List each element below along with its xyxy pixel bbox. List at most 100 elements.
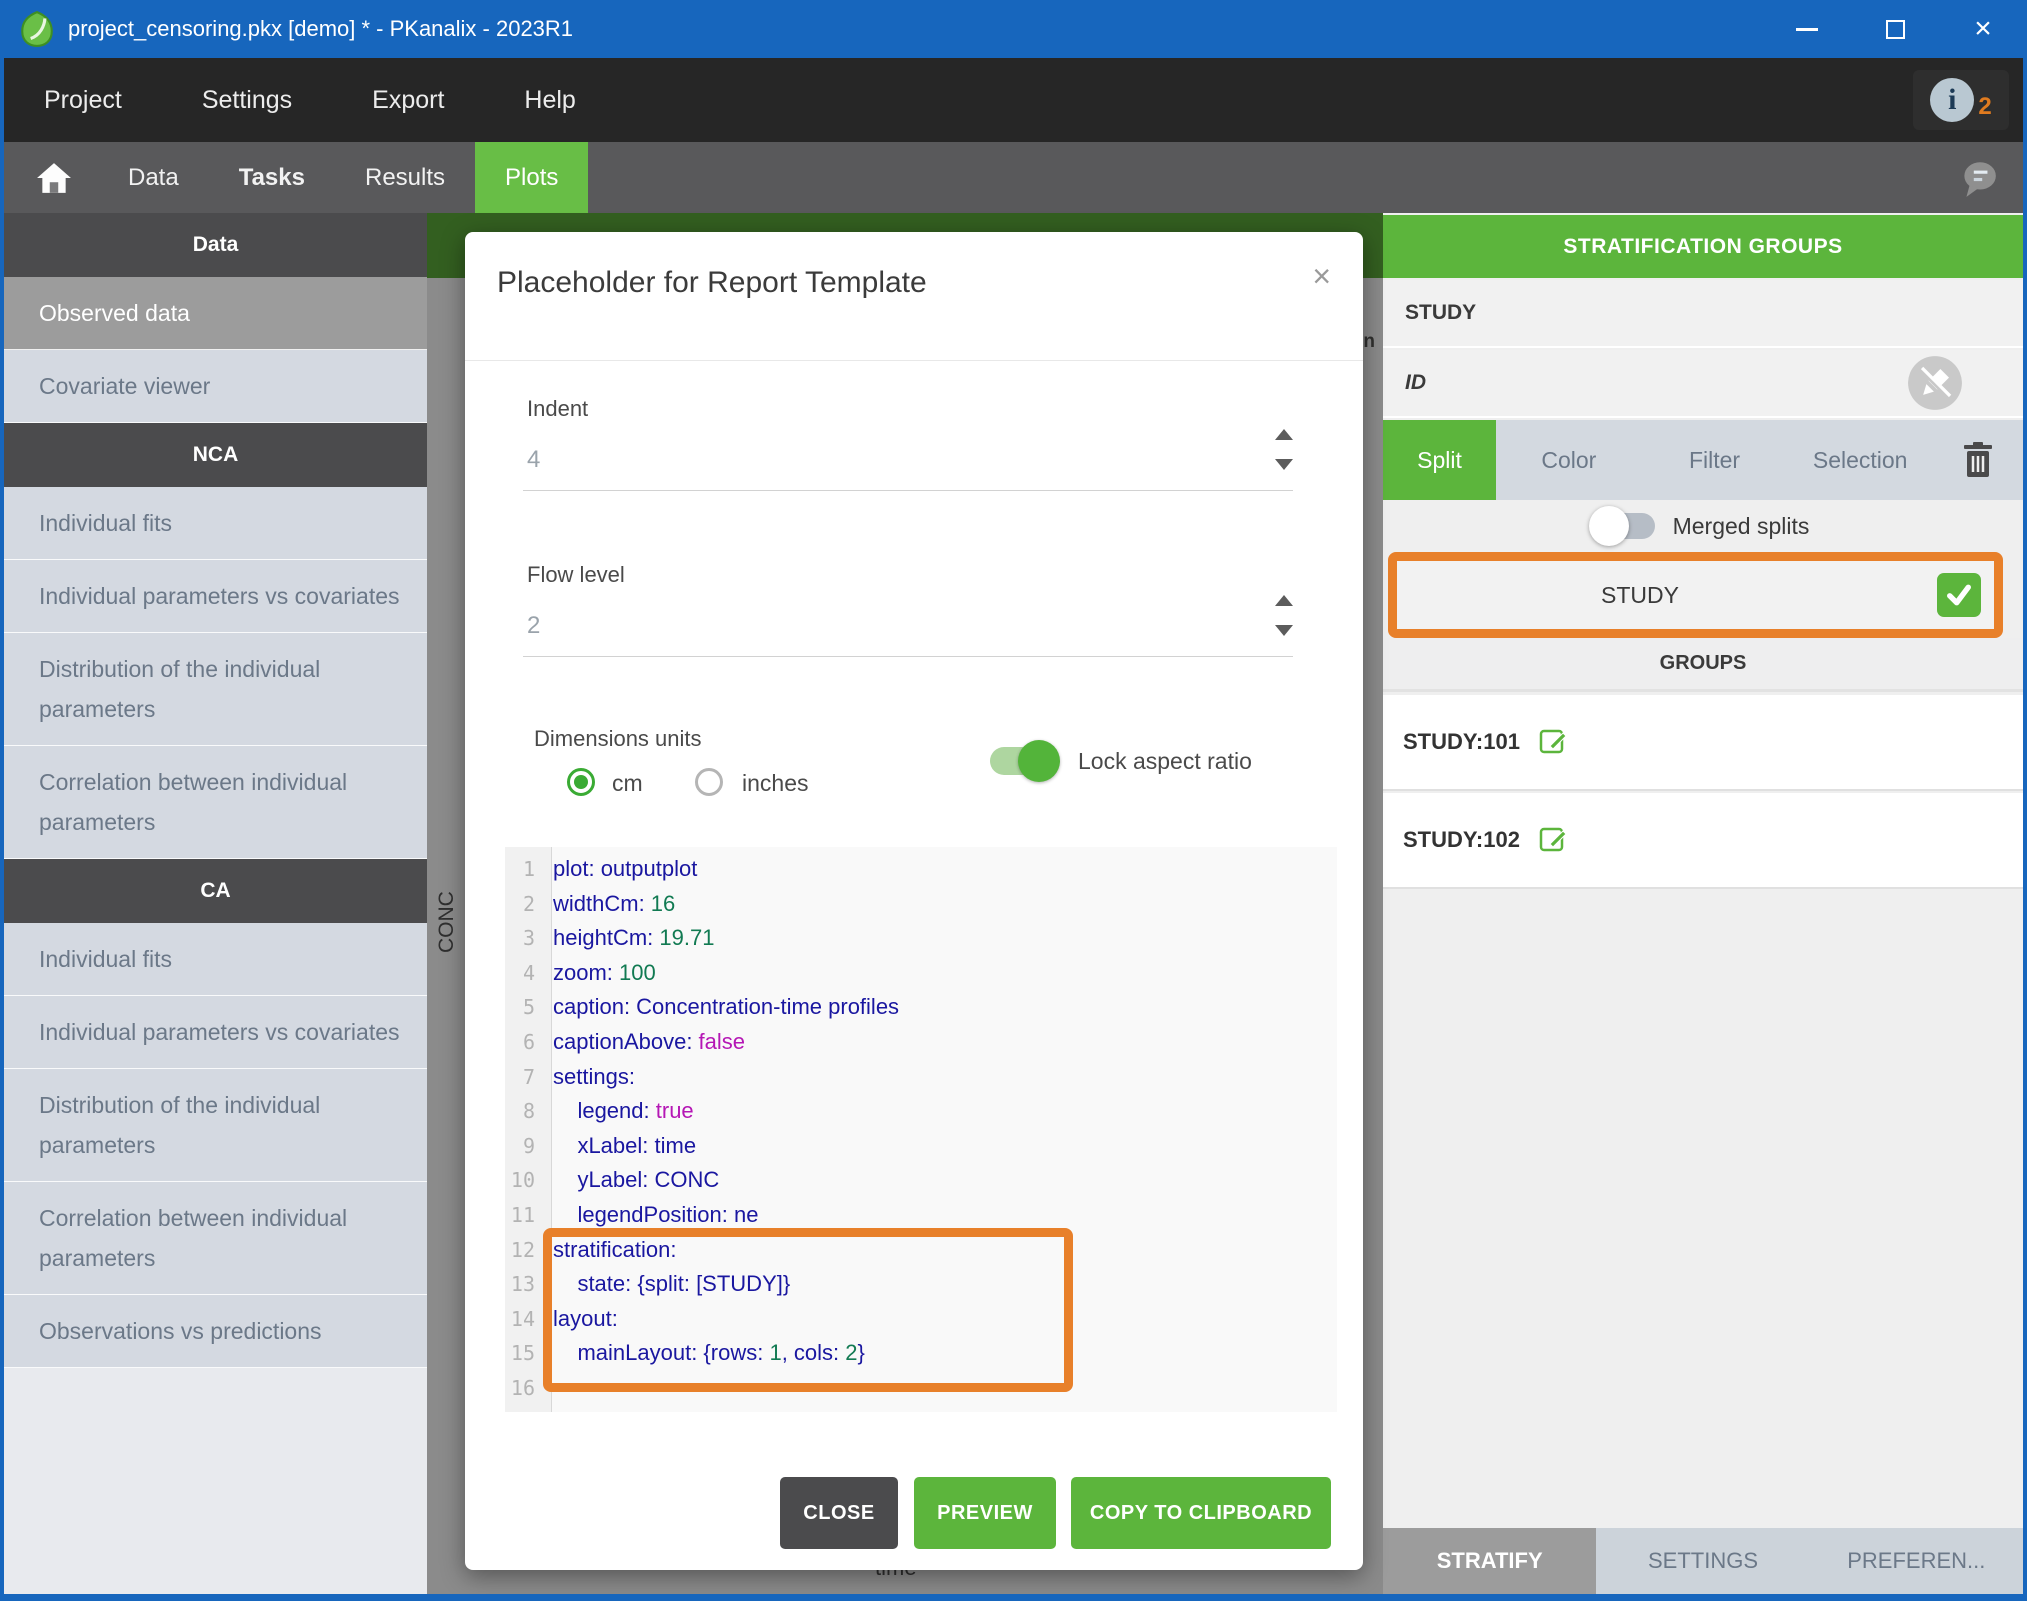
panel-tab-settings[interactable]: SETTINGS [1596, 1528, 1809, 1594]
code-line[interactable]: 7settings: [505, 1060, 1337, 1095]
edit-group-icon[interactable] [1538, 822, 1570, 859]
code-line[interactable]: 9 xLabel: time [505, 1129, 1337, 1164]
flow-level-decrement-arrow[interactable] [1275, 625, 1293, 636]
indent-decrement-arrow[interactable] [1275, 459, 1293, 470]
flow-level-input[interactable]: 2 [527, 612, 540, 640]
code-line[interactable]: 6captionAbove: false [505, 1025, 1337, 1060]
covariate-row-id[interactable]: ID [1383, 350, 2023, 418]
stratify-mode-tabs: SplitColorFilterSelection [1383, 420, 2023, 500]
strat-tab-filter[interactable]: Filter [1642, 420, 1788, 500]
no-split-icon[interactable] [1907, 355, 1963, 411]
code-line[interactable]: 5caption: Concentration-time profiles [505, 990, 1337, 1025]
preview-button[interactable]: PREVIEW [914, 1477, 1056, 1549]
home-icon[interactable] [36, 162, 72, 194]
code-text: state: {split: [STUDY]} [545, 1267, 790, 1302]
menu-settings[interactable]: Settings [162, 86, 332, 115]
line-number: 13 [505, 1267, 545, 1302]
lock-aspect-ratio-label: Lock aspect ratio [1078, 748, 1252, 775]
trash-icon[interactable] [1933, 420, 2023, 500]
line-number: 15 [505, 1336, 545, 1371]
close-button[interactable]: CLOSE [780, 1477, 898, 1549]
menu-help[interactable]: Help [484, 86, 615, 115]
line-number: 8 [505, 1094, 545, 1129]
covariate-row-study[interactable]: STUDY [1383, 280, 2023, 348]
code-line[interactable]: 16 [505, 1371, 1337, 1406]
window-border-left [0, 58, 4, 1601]
sidebar-item-individual-fits[interactable]: Individual fits [4, 923, 427, 996]
sidebar-item-distribution-of-the-individual-parameters[interactable]: Distribution of the individual parameter… [4, 1069, 427, 1182]
strat-tab-selection[interactable]: Selection [1787, 420, 1933, 500]
close-window-button[interactable]: × [1939, 0, 2027, 58]
sidebar-item-individual-fits[interactable]: Individual fits [4, 487, 427, 560]
window-border-bottom [0, 1594, 2027, 1601]
tab-data[interactable]: Data [98, 142, 209, 213]
edit-group-icon[interactable] [1538, 724, 1570, 761]
dimensions-units-label: Dimensions units [534, 726, 702, 752]
dialog-close-icon[interactable]: × [1312, 258, 1331, 295]
split-study-label: STUDY [1601, 582, 1679, 609]
code-text: captionAbove: false [545, 1025, 745, 1060]
sidebar-item-observations-vs-predictions[interactable]: Observations vs predictions [4, 1295, 427, 1368]
code-text [545, 1371, 553, 1406]
strat-tab-color[interactable]: Color [1496, 420, 1642, 500]
code-line[interactable]: 2widthCm: 16 [505, 887, 1337, 922]
groups-header: GROUPS [1383, 638, 2023, 692]
unit-inches-radio[interactable] [695, 768, 723, 796]
merged-splits-row: Merged splits [1383, 500, 2023, 552]
menu-project[interactable]: Project [4, 86, 162, 115]
sidebar-item-distribution-of-the-individual-parameters[interactable]: Distribution of the individual parameter… [4, 633, 427, 746]
window-border-right [2023, 58, 2027, 1601]
code-line[interactable]: 1plot: outputplot [505, 852, 1337, 887]
code-text: layout: [545, 1302, 618, 1337]
split-study-checkbox[interactable] [1937, 573, 1981, 617]
indent-input[interactable]: 4 [527, 446, 540, 474]
code-text: legendPosition: ne [545, 1198, 758, 1233]
pkanalix-logo-icon [18, 10, 56, 48]
code-line[interactable]: 15 mainLayout: {rows: 1, cols: 2} [505, 1336, 1337, 1371]
tab-tasks[interactable]: Tasks [209, 142, 335, 213]
maximize-button[interactable] [1851, 0, 1939, 58]
line-number: 3 [505, 921, 545, 956]
sidebar-item-observed-data[interactable]: Observed data [4, 277, 427, 350]
code-line[interactable]: 10 yLabel: CONC [505, 1163, 1337, 1198]
copy-to-clipboard-button[interactable]: COPY TO CLIPBOARD [1071, 1477, 1331, 1549]
line-number: 10 [505, 1163, 545, 1198]
covariate-label: ID [1405, 371, 1426, 395]
line-number: 2 [505, 887, 545, 922]
strat-tab-split[interactable]: Split [1383, 420, 1496, 500]
split-study-row[interactable]: STUDY [1397, 561, 2003, 629]
code-line[interactable]: 12stratification: [505, 1233, 1337, 1268]
code-line[interactable]: 13 state: {split: [STUDY]} [505, 1267, 1337, 1302]
plot-y-axis-label: CONC [435, 891, 459, 953]
code-line[interactable]: 11 legendPosition: ne [505, 1198, 1337, 1233]
template-code-editor[interactable]: 1plot: outputplot2widthCm: 163heightCm: … [505, 847, 1337, 1412]
panel-tab-stratify[interactable]: STRATIFY [1383, 1528, 1596, 1594]
code-line[interactable]: 3heightCm: 19.71 [505, 921, 1337, 956]
sidebar-item-correlation-between-individual-parameters[interactable]: Correlation between individual parameter… [4, 1182, 427, 1295]
feedback-bubble-icon[interactable] [1957, 156, 1999, 202]
pkanalix-window: project_censoring.pkx [demo] * - PKanali… [0, 0, 2027, 1601]
lock-aspect-ratio-toggle[interactable] [990, 747, 1052, 775]
info-icon[interactable]: i [1930, 78, 1974, 122]
plots-sidebar: DataObserved dataCovariate viewerNCAIndi… [4, 213, 427, 1594]
merged-splits-toggle[interactable] [1597, 513, 1655, 539]
notifications-area[interactable]: i 2 [1913, 70, 2009, 130]
minimize-button[interactable] [1763, 0, 1851, 58]
sidebar-item-individual-parameters-vs-covariates[interactable]: Individual parameters vs covariates [4, 996, 427, 1069]
code-line[interactable]: 14layout: [505, 1302, 1337, 1337]
menu-export[interactable]: Export [332, 86, 484, 115]
code-line[interactable]: 8 legend: true [505, 1094, 1337, 1129]
sidebar-item-individual-parameters-vs-covariates[interactable]: Individual parameters vs covariates [4, 560, 427, 633]
sidebar-item-correlation-between-individual-parameters[interactable]: Correlation between individual parameter… [4, 746, 427, 859]
panel-bottom-tabs: STRATIFYSETTINGSPREFEREN... [1383, 1528, 2023, 1594]
line-number: 6 [505, 1025, 545, 1060]
tab-results[interactable]: Results [335, 142, 475, 213]
indent-increment-arrow[interactable] [1275, 429, 1293, 440]
flow-level-increment-arrow[interactable] [1275, 595, 1293, 606]
code-line[interactable]: 4zoom: 100 [505, 956, 1337, 991]
line-number: 9 [505, 1129, 545, 1164]
tab-plots[interactable]: Plots [475, 142, 588, 213]
panel-tab-preferen-[interactable]: PREFEREN... [1810, 1528, 2023, 1594]
unit-cm-radio[interactable] [567, 768, 595, 796]
sidebar-item-covariate-viewer[interactable]: Covariate viewer [4, 350, 427, 423]
